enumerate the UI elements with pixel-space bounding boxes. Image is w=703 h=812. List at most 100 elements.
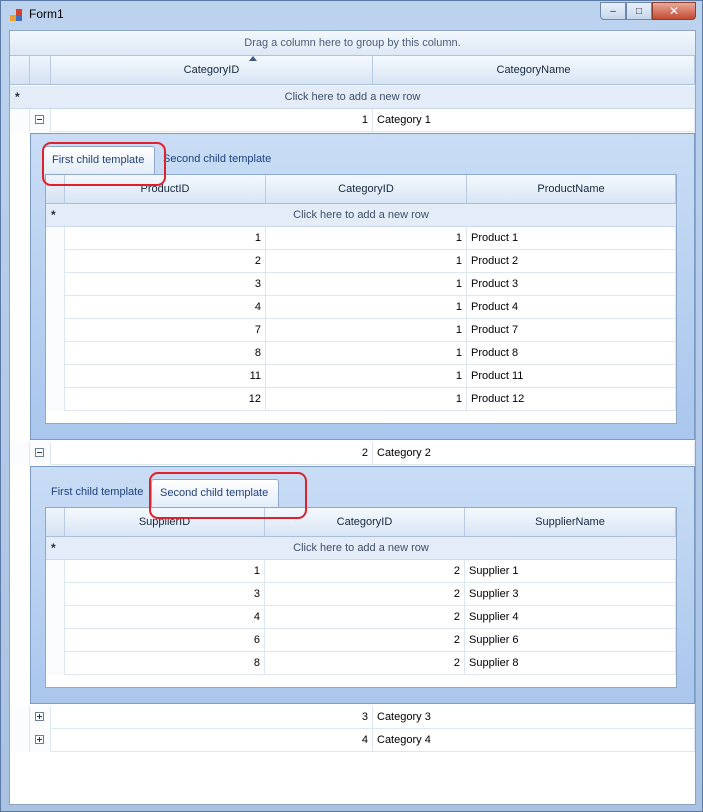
cell-suppliername[interactable]: Supplier 3	[465, 583, 676, 606]
cell-categoryid[interactable]: 1	[266, 227, 467, 250]
cell-categoryid[interactable]: 2	[265, 606, 465, 629]
maximize-button[interactable]: □	[626, 2, 652, 20]
cell-categoryid[interactable]: 2	[265, 652, 465, 675]
row-indicator	[46, 273, 65, 296]
cell-productname[interactable]: Product 11	[467, 365, 676, 388]
cell-supplierid[interactable]: 6	[65, 629, 265, 652]
cell-productid[interactable]: 4	[65, 296, 266, 319]
cell-categoryname[interactable]: Category 1	[373, 109, 695, 132]
column-header-productname[interactable]: ProductName	[467, 175, 676, 204]
child-template-panel: First child template Second child templa…	[30, 466, 695, 704]
cell-categoryid[interactable]: 1	[266, 365, 467, 388]
master-row[interactable]: 1 Category 1	[10, 109, 695, 132]
child-row[interactable]: 6 2 Supplier 6	[46, 629, 676, 652]
cell-productname[interactable]: Product 2	[467, 250, 676, 273]
child-row[interactable]: 2 1 Product 2	[46, 250, 676, 273]
cell-categoryname[interactable]: Category 3	[373, 706, 695, 729]
cell-supplierid[interactable]: 1	[65, 560, 265, 583]
cell-supplierid[interactable]: 3	[65, 583, 265, 606]
cell-categoryname[interactable]: Category 4	[373, 729, 695, 752]
cell-categoryid[interactable]: 1	[51, 109, 373, 132]
cell-categoryname[interactable]: Category 2	[373, 442, 695, 465]
child-row[interactable]: 1 1 Product 1	[46, 227, 676, 250]
cell-productname[interactable]: Product 4	[467, 296, 676, 319]
master-row[interactable]: 2 Category 2	[10, 442, 695, 465]
cell-categoryid[interactable]: 1	[266, 296, 467, 319]
row-indicator	[10, 706, 30, 729]
cell-productname[interactable]: Product 1	[467, 227, 676, 250]
child-grid[interactable]: ProductID CategoryID ProductName * Click…	[45, 174, 677, 424]
title-bar[interactable]: Form1 – □ ✕	[1, 1, 702, 29]
child-row[interactable]: 11 1 Product 11	[46, 365, 676, 388]
cell-productname[interactable]: Product 7	[467, 319, 676, 342]
form-window: Form1 – □ ✕ Drag a column here to group …	[0, 0, 703, 812]
cell-suppliername[interactable]: Supplier 1	[465, 560, 676, 583]
cell-productid[interactable]: 1	[65, 227, 266, 250]
close-button[interactable]: ✕	[652, 2, 696, 20]
group-panel[interactable]: Drag a column here to group by this colu…	[10, 31, 695, 56]
cell-categoryid[interactable]: 2	[265, 560, 465, 583]
cell-suppliername[interactable]: Supplier 6	[465, 629, 676, 652]
row-indicator	[46, 227, 65, 250]
child-row[interactable]: 12 1 Product 12	[46, 388, 676, 411]
child-row[interactable]: 1 2 Supplier 1	[46, 560, 676, 583]
sort-ascending-icon	[249, 56, 257, 61]
expand-icon[interactable]	[35, 735, 44, 744]
row-indicator	[46, 606, 65, 629]
cell-productid[interactable]: 8	[65, 342, 266, 365]
header-indicator	[10, 56, 30, 85]
cell-categoryid[interactable]: 1	[266, 250, 467, 273]
app-icon	[10, 9, 22, 21]
master-row[interactable]: 4 Category 4	[10, 729, 695, 752]
column-header-categoryid[interactable]: CategoryID	[51, 56, 373, 85]
master-new-row[interactable]: * Click here to add a new row	[10, 86, 695, 109]
cell-categoryid[interactable]: 1	[266, 273, 467, 296]
cell-categoryid[interactable]: 1	[266, 388, 467, 411]
cell-productid[interactable]: 2	[65, 250, 266, 273]
child-new-row[interactable]: * Click here to add a new row	[46, 204, 676, 227]
tab-second-child-template[interactable]: Second child template	[155, 146, 279, 173]
cell-supplierid[interactable]: 4	[65, 606, 265, 629]
collapse-icon[interactable]	[35, 115, 44, 124]
tab-first-child-template[interactable]: First child template	[43, 479, 151, 506]
child-row[interactable]: 4 2 Supplier 4	[46, 606, 676, 629]
child-new-row[interactable]: * Click here to add a new row	[46, 537, 676, 560]
cell-suppliername[interactable]: Supplier 4	[465, 606, 676, 629]
minimize-button[interactable]: –	[600, 2, 626, 20]
child-row[interactable]: 4 1 Product 4	[46, 296, 676, 319]
cell-categoryid[interactable]: 2	[51, 442, 373, 465]
expand-icon[interactable]	[35, 712, 44, 721]
cell-productid[interactable]: 11	[65, 365, 266, 388]
row-indicator	[46, 319, 65, 342]
child-row[interactable]: 7 1 Product 7	[46, 319, 676, 342]
cell-productid[interactable]: 3	[65, 273, 266, 296]
column-header-suppliername[interactable]: SupplierName	[465, 508, 676, 537]
window-title: Form1	[29, 7, 64, 21]
child-grid[interactable]: SupplierID CategoryID SupplierName * Cli…	[45, 507, 677, 688]
cell-suppliername[interactable]: Supplier 8	[465, 652, 676, 675]
child-row[interactable]: 8 2 Supplier 8	[46, 652, 676, 675]
row-indicator	[46, 560, 65, 583]
column-header-categoryid[interactable]: CategoryID	[266, 175, 467, 204]
expander-cell	[30, 706, 51, 729]
collapse-icon[interactable]	[35, 448, 44, 457]
cell-productid[interactable]: 12	[65, 388, 266, 411]
row-indicator	[10, 442, 30, 465]
expander-cell	[30, 729, 51, 752]
cell-categoryid[interactable]: 1	[266, 342, 467, 365]
cell-productname[interactable]: Product 12	[467, 388, 676, 411]
column-header-categoryname[interactable]: CategoryName	[373, 56, 695, 85]
child-row[interactable]: 8 1 Product 8	[46, 342, 676, 365]
cell-categoryid[interactable]: 4	[51, 729, 373, 752]
cell-categoryid[interactable]: 2	[265, 583, 465, 606]
cell-categoryid[interactable]: 2	[265, 629, 465, 652]
child-row[interactable]: 3 2 Supplier 3	[46, 583, 676, 606]
cell-categoryid[interactable]: 1	[266, 319, 467, 342]
cell-supplierid[interactable]: 8	[65, 652, 265, 675]
master-row[interactable]: 3 Category 3	[10, 706, 695, 729]
child-row[interactable]: 3 1 Product 3	[46, 273, 676, 296]
cell-productname[interactable]: Product 3	[467, 273, 676, 296]
cell-productid[interactable]: 7	[65, 319, 266, 342]
cell-categoryid[interactable]: 3	[51, 706, 373, 729]
cell-productname[interactable]: Product 8	[467, 342, 676, 365]
